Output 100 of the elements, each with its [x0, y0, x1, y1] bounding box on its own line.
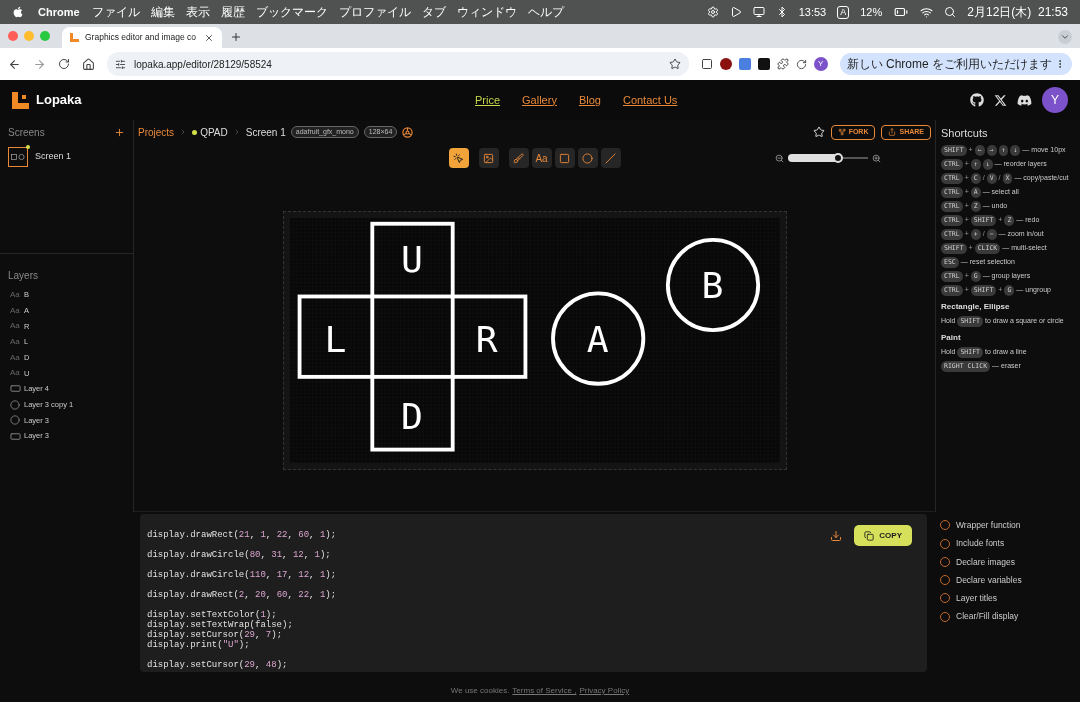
zoom-slider[interactable]: [788, 153, 868, 163]
code-line: display.setCursor(29, 7);: [147, 630, 283, 640]
chrome-update-button[interactable]: 新しい Chrome をご利用いただけます: [839, 53, 1072, 75]
option-label[interactable]: Declare images: [956, 555, 1016, 569]
cookie-notice: We use cookies.: [450, 685, 510, 697]
download-icon[interactable]: [830, 529, 843, 542]
apple-icon[interactable]: [12, 6, 24, 18]
canvas-letter[interactable]: U: [400, 237, 423, 281]
status-icon[interactable]: [729, 6, 742, 18]
zoom-out-icon[interactable]: [775, 153, 784, 163]
fork-icon: [837, 128, 846, 136]
home-icon[interactable]: [82, 57, 95, 71]
reload-icon[interactable]: [58, 58, 70, 70]
brush-icon: [513, 152, 524, 164]
wifi-icon[interactable]: [920, 5, 934, 19]
section-title: Layers: [8, 270, 38, 281]
battery-icon[interactable]: [893, 5, 910, 19]
option-label[interactable]: Layer titles: [956, 592, 998, 605]
image-icon: [483, 152, 494, 164]
menu-item[interactable]: ファイル: [91, 3, 140, 21]
address-bar[interactable]: lopaka.app/editor/28129/58524: [107, 52, 689, 76]
copy-button[interactable]: COPY: [854, 525, 912, 546]
nav-link[interactable]: Price: [475, 91, 501, 109]
extensions-icon[interactable]: [776, 58, 789, 70]
url-text: lopaka.app/editor/28129/58524: [134, 57, 272, 72]
search-icon[interactable]: [944, 6, 957, 18]
menu-item[interactable]: 履歴: [220, 3, 245, 21]
screen-thumbnail[interactable]: [8, 147, 28, 167]
text-layer-icon: Aa: [10, 351, 24, 364]
profile-avatar[interactable]: Y: [813, 57, 828, 71]
tool-button[interactable]: [448, 148, 469, 168]
rectangle-shape[interactable]: [369, 221, 455, 451]
sync-icon[interactable]: [795, 58, 807, 70]
display-icon[interactable]: [752, 6, 765, 18]
menu-item[interactable]: ブックマーク: [255, 3, 328, 21]
menu-item[interactable]: 編集: [150, 3, 175, 21]
nav-link[interactable]: Contact Us: [622, 91, 678, 109]
section-title: Screens: [8, 126, 45, 140]
copy-icon: [864, 530, 875, 541]
menu-app-name[interactable]: Chrome: [38, 3, 80, 21]
github-icon[interactable]: [970, 93, 984, 107]
forward-icon[interactable]: [33, 57, 46, 71]
breadcrumb-item[interactable]: QPAD: [200, 124, 228, 140]
tool-button[interactable]: [554, 148, 575, 168]
tool-button[interactable]: [577, 148, 598, 168]
browser-tab[interactable]: Graphics editor and image co: [62, 27, 222, 48]
zoom-in-icon[interactable]: [872, 153, 881, 163]
nav-link[interactable]: Blog: [578, 91, 601, 109]
option-label[interactable]: Wrapper function: [956, 519, 1021, 532]
bookmark-star-icon[interactable]: [668, 58, 681, 70]
extension-icon[interactable]: [700, 58, 713, 70]
rectangle-icon: [559, 152, 570, 164]
text-layer-icon: Aa: [10, 367, 24, 380]
tool-button[interactable]: [478, 148, 499, 168]
add-screen-icon[interactable]: [114, 127, 125, 138]
x-icon[interactable]: [994, 93, 1007, 107]
input-mode-indicator[interactable]: A: [837, 5, 850, 19]
menu-item[interactable]: 表示: [185, 3, 210, 21]
site-settings-icon[interactable]: [115, 58, 126, 70]
circle-shape[interactable]: [665, 237, 760, 332]
canvas-letter[interactable]: L: [323, 317, 346, 361]
screen-name[interactable]: Screen 1: [35, 150, 72, 164]
battery-percent: 12%: [860, 4, 883, 20]
menu-item[interactable]: ウィンドウ: [456, 3, 517, 21]
menu-item[interactable]: ヘルプ: [527, 3, 564, 21]
user-avatar[interactable]: Y: [1042, 87, 1068, 113]
rectangle-shape[interactable]: [297, 294, 527, 379]
text-tool-button[interactable]: Aa: [531, 148, 552, 168]
option-label[interactable]: Declare variables: [956, 573, 1022, 587]
settings-icon[interactable]: [402, 126, 414, 138]
menu-item[interactable]: プロファイル: [338, 3, 411, 21]
canvas-letter[interactable]: D: [400, 394, 423, 438]
shortcut-heading: Paint: [941, 331, 962, 344]
tool-button[interactable]: [600, 148, 621, 168]
circle-shape[interactable]: [550, 291, 645, 386]
back-icon[interactable]: [8, 57, 21, 71]
option-label[interactable]: Clear/Fill display: [956, 610, 1019, 623]
extension-icon[interactable]: [757, 58, 770, 70]
clock-text: 13:53: [798, 4, 827, 20]
canvas-letter[interactable]: B: [701, 263, 723, 307]
text-layer-icon: Aa: [10, 320, 24, 333]
menu-item[interactable]: タブ: [421, 3, 446, 21]
close-tab-icon[interactable]: [204, 32, 214, 43]
extension-icon[interactable]: [719, 58, 732, 70]
status-icon[interactable]: [706, 6, 719, 18]
discord-icon[interactable]: [1017, 92, 1032, 108]
new-tab-icon[interactable]: [230, 31, 242, 43]
slider-thumb[interactable]: [832, 153, 843, 163]
logo-text[interactable]: Lopaka: [36, 90, 82, 110]
star-icon[interactable]: [812, 126, 825, 138]
breadcrumb-item[interactable]: Projects: [138, 124, 175, 140]
logo-icon: [12, 91, 29, 109]
tool-button[interactable]: [508, 148, 529, 168]
canvas-letter[interactable]: R: [475, 317, 498, 361]
canvas-letter[interactable]: A: [586, 317, 609, 361]
footer-link[interactable]: Terms of Service ,: [512, 685, 577, 697]
nav-link[interactable]: Gallery: [522, 91, 557, 109]
date-time[interactable]: 2月12日(木) 21:53: [967, 3, 1068, 21]
footer-link[interactable]: Privacy Policy: [579, 685, 630, 697]
option-label[interactable]: Include fonts: [956, 537, 1005, 550]
